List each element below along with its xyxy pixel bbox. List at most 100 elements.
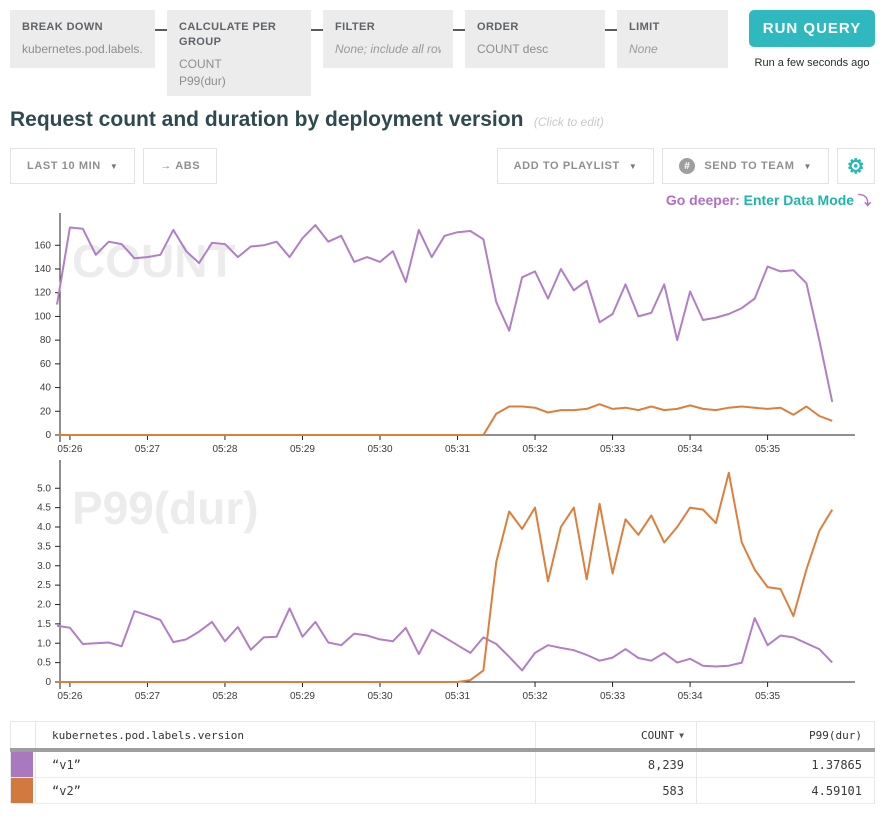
svg-text:05:29: 05:29 — [290, 444, 315, 455]
enter-data-mode-link[interactable]: Enter Data Mode — [744, 192, 854, 208]
chevron-down-icon: ▼ — [110, 162, 119, 171]
calculate-value-count: COUNT — [179, 56, 299, 73]
breakdown-label: BREAK DOWN — [22, 20, 143, 35]
column-header-p99[interactable]: P99(dur) — [697, 722, 875, 748]
filter-box[interactable]: FILTER None; include all rows — [323, 10, 453, 68]
add-to-playlist-dropdown[interactable]: ADD TO PLAYLIST ▼ — [497, 148, 655, 184]
svg-text:1.0: 1.0 — [37, 638, 51, 649]
svg-text:P99(dur): P99(dur) — [72, 482, 259, 534]
svg-text:3.5: 3.5 — [37, 541, 51, 552]
row-p99-v2: 4.59101 — [697, 778, 875, 803]
svg-text:05:27: 05:27 — [135, 691, 160, 702]
svg-text:05:31: 05:31 — [445, 444, 470, 455]
svg-text:05:26: 05:26 — [57, 444, 82, 455]
box-connector — [605, 29, 617, 31]
svg-text:3.0: 3.0 — [37, 561, 51, 572]
filter-label: FILTER — [335, 20, 441, 35]
box-connector — [453, 29, 465, 31]
svg-text:05:30: 05:30 — [367, 691, 392, 702]
add-to-playlist-label: ADD TO PLAYLIST — [514, 160, 620, 172]
breakdown-box[interactable]: BREAK DOWN kubernetes.pod.labels.v — [10, 10, 155, 68]
calculate-value-p99: P99(dur) — [179, 73, 299, 90]
limit-value: None — [629, 41, 716, 58]
row-count-v2: 583 — [536, 778, 697, 803]
table-row[interactable]: “v2” 583 4.59101 — [10, 778, 875, 804]
series-swatch-cell — [10, 752, 36, 777]
svg-text:4.5: 4.5 — [37, 503, 51, 514]
go-deeper-row: Go deeper: Enter Data Mode ⤵ — [10, 190, 875, 209]
send-to-team-dropdown[interactable]: # SEND TO TEAM ▼ — [662, 148, 829, 184]
svg-text:05:30: 05:30 — [367, 444, 392, 455]
run-status-text: Run a few seconds ago — [755, 57, 870, 69]
column-header-count[interactable]: COUNT ▼ — [536, 722, 697, 748]
svg-text:05:29: 05:29 — [290, 691, 315, 702]
calculate-label: CALCULATE PER GROUP — [179, 20, 299, 50]
svg-text:60: 60 — [40, 359, 52, 370]
down-arrow-icon: ⤵ — [858, 193, 871, 208]
series-swatch-cell — [10, 778, 36, 803]
settings-button[interactable]: ⚙ — [837, 148, 875, 184]
order-box[interactable]: ORDER COUNT desc — [465, 10, 605, 68]
sort-desc-icon: ▼ — [679, 731, 684, 740]
breakdown-value: kubernetes.pod.labels.v — [22, 41, 143, 58]
run-query-button[interactable]: RUN QUERY — [749, 10, 875, 47]
chevron-down-icon: ▼ — [803, 162, 812, 171]
abs-time-label: → ABS — [160, 160, 200, 172]
title-edit-hint: (Click to edit) — [534, 115, 604, 129]
svg-text:05:32: 05:32 — [523, 691, 548, 702]
send-to-team-label: SEND TO TEAM — [704, 160, 794, 172]
order-value: COUNT desc — [477, 41, 593, 58]
svg-text:1.5: 1.5 — [37, 619, 51, 630]
svg-text:05:35: 05:35 — [755, 691, 780, 702]
title-row: Request count and duration by deployment… — [10, 108, 875, 132]
filter-value: None; include all rows — [335, 41, 441, 58]
swatch-column-header — [10, 722, 36, 748]
svg-text:80: 80 — [40, 335, 52, 346]
svg-text:0.5: 0.5 — [37, 658, 51, 669]
slack-icon: # — [679, 158, 695, 174]
row-p99-v1: 1.37865 — [697, 752, 875, 777]
query-builder-bar: BREAK DOWN kubernetes.pod.labels.v CALCU… — [10, 10, 875, 96]
table-row[interactable]: “v1” 8,239 1.37865 — [10, 752, 875, 778]
column-header-breakdown[interactable]: kubernetes.pod.labels.version — [36, 722, 536, 748]
svg-text:05:27: 05:27 — [135, 444, 160, 455]
order-label: ORDER — [477, 20, 593, 35]
svg-text:4.0: 4.0 — [37, 522, 51, 533]
svg-text:05:33: 05:33 — [600, 444, 625, 455]
svg-text:05:33: 05:33 — [600, 691, 625, 702]
svg-text:05:34: 05:34 — [678, 444, 703, 455]
svg-text:40: 40 — [40, 383, 52, 394]
svg-text:05:28: 05:28 — [212, 444, 237, 455]
go-deeper-prefix: Go deeper: — [666, 192, 740, 208]
svg-text:05:26: 05:26 — [57, 691, 82, 702]
svg-text:100: 100 — [34, 311, 51, 322]
row-name-v2: “v2” — [36, 778, 536, 803]
svg-text:05:32: 05:32 — [523, 444, 548, 455]
calculate-box[interactable]: CALCULATE PER GROUP COUNT P99(dur) — [167, 10, 311, 96]
svg-text:140: 140 — [34, 264, 51, 275]
chevron-down-icon: ▼ — [629, 162, 638, 171]
time-range-dropdown[interactable]: LAST 10 MIN ▼ — [10, 148, 135, 184]
v2-color-swatch — [11, 778, 33, 803]
svg-text:05:35: 05:35 — [755, 444, 780, 455]
abs-time-button[interactable]: → ABS — [143, 148, 217, 184]
time-range-label: LAST 10 MIN — [27, 160, 101, 172]
svg-text:120: 120 — [34, 288, 51, 299]
svg-text:2.0: 2.0 — [37, 600, 51, 611]
limit-box[interactable]: LIMIT None — [617, 10, 728, 68]
box-connector — [155, 29, 167, 31]
svg-text:05:34: 05:34 — [678, 691, 703, 702]
limit-label: LIMIT — [629, 20, 716, 35]
chart-toolbar: LAST 10 MIN ▼ → ABS ADD TO PLAYLIST ▼ # … — [10, 148, 875, 184]
svg-text:05:28: 05:28 — [212, 691, 237, 702]
p99-duration-chart[interactable]: P99(dur)00.51.01.52.02.53.03.54.04.55.00… — [0, 460, 885, 703]
svg-text:20: 20 — [40, 406, 52, 417]
count-chart[interactable]: COUNT02040608010012014016005:2605:2705:2… — [0, 213, 885, 456]
page-title[interactable]: Request count and duration by deployment… — [10, 108, 523, 131]
row-count-v1: 8,239 — [536, 752, 697, 777]
svg-text:5.0: 5.0 — [37, 483, 51, 494]
results-table: kubernetes.pod.labels.version COUNT ▼ P9… — [10, 721, 875, 804]
svg-text:05:31: 05:31 — [445, 691, 470, 702]
gear-icon: ⚙ — [847, 154, 866, 179]
svg-text:0: 0 — [45, 677, 51, 688]
